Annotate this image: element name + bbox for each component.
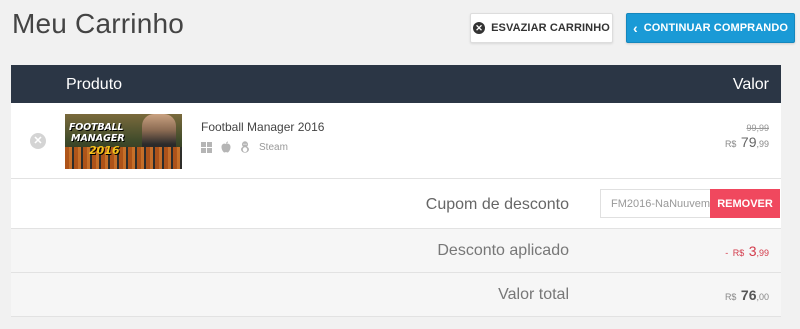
thumbnail-logo-line2: MANAGER — [71, 133, 125, 144]
empty-cart-button[interactable]: ✕ ESVAZIAR CARRINHO — [470, 13, 613, 43]
linux-icon — [241, 141, 249, 153]
total-currency: R$ — [724, 292, 737, 302]
empty-cart-label: ESVAZIAR CARRINHO — [491, 22, 610, 34]
thumbnail-logo-year: 2016 — [89, 144, 120, 157]
discount-row: Desconto aplicado - R$ 3,99 — [11, 229, 781, 273]
close-circle-icon: ✕ — [473, 22, 486, 34]
thumbnail-logo-line1: FOOTBALL — [69, 122, 124, 133]
cart-table-header: Produto Valor — [11, 65, 781, 103]
coupon-input[interactable] — [600, 189, 710, 218]
continue-shopping-label: CONTINUAR COMPRANDO — [643, 22, 789, 34]
product-name[interactable]: Football Manager 2016 — [201, 120, 324, 134]
remove-coupon-button[interactable]: REMOVER — [710, 189, 780, 218]
coupon-label: Cupom de desconto — [425, 196, 569, 213]
store-label: Steam — [259, 141, 288, 153]
total-label: Valor total — [498, 286, 569, 303]
total-value: R$ 76,00 — [725, 287, 769, 305]
header-value: Valor — [732, 76, 769, 93]
windows-icon — [201, 141, 212, 153]
total-integer: 76 — [740, 287, 757, 303]
discount-label: Desconto aplicado — [437, 242, 569, 259]
current-price: R$ 79,99 — [725, 134, 769, 152]
header-product: Produto — [66, 76, 123, 93]
total-row: Valor total R$ 76,00 — [11, 273, 781, 317]
discount-currency: R$ — [732, 248, 745, 258]
page-title: Meu Carrinho — [12, 8, 185, 39]
remove-item-icon[interactable]: ✕ — [30, 133, 46, 149]
apple-icon — [221, 141, 231, 153]
product-thumbnail[interactable]: FOOTBALL MANAGER 2016 — [65, 114, 182, 169]
price-decimal: ,99 — [756, 139, 769, 149]
cart-item-row: ✕ FOOTBALL MANAGER 2016 Football Manager… — [11, 103, 781, 179]
discount-decimal: ,99 — [756, 248, 769, 258]
coupon-row: Cupom de desconto REMOVER — [11, 179, 781, 229]
discount-sign: - — [725, 248, 729, 258]
thumbnail-crowd — [65, 147, 182, 169]
discount-value: - R$ 3,99 — [725, 243, 769, 261]
original-price: 99,99 — [746, 123, 769, 133]
platform-list: Steam — [201, 141, 288, 153]
price-integer: 79 — [740, 134, 757, 150]
cart-table: Produto Valor ✕ FOOTBALL MANAGER 2016 Fo… — [11, 65, 781, 317]
continue-shopping-button[interactable]: ‹ CONTINUAR COMPRANDO — [626, 13, 795, 43]
chevron-left-icon: ‹ — [632, 20, 638, 36]
price-currency: R$ — [724, 139, 737, 149]
total-decimal: ,00 — [756, 292, 769, 302]
